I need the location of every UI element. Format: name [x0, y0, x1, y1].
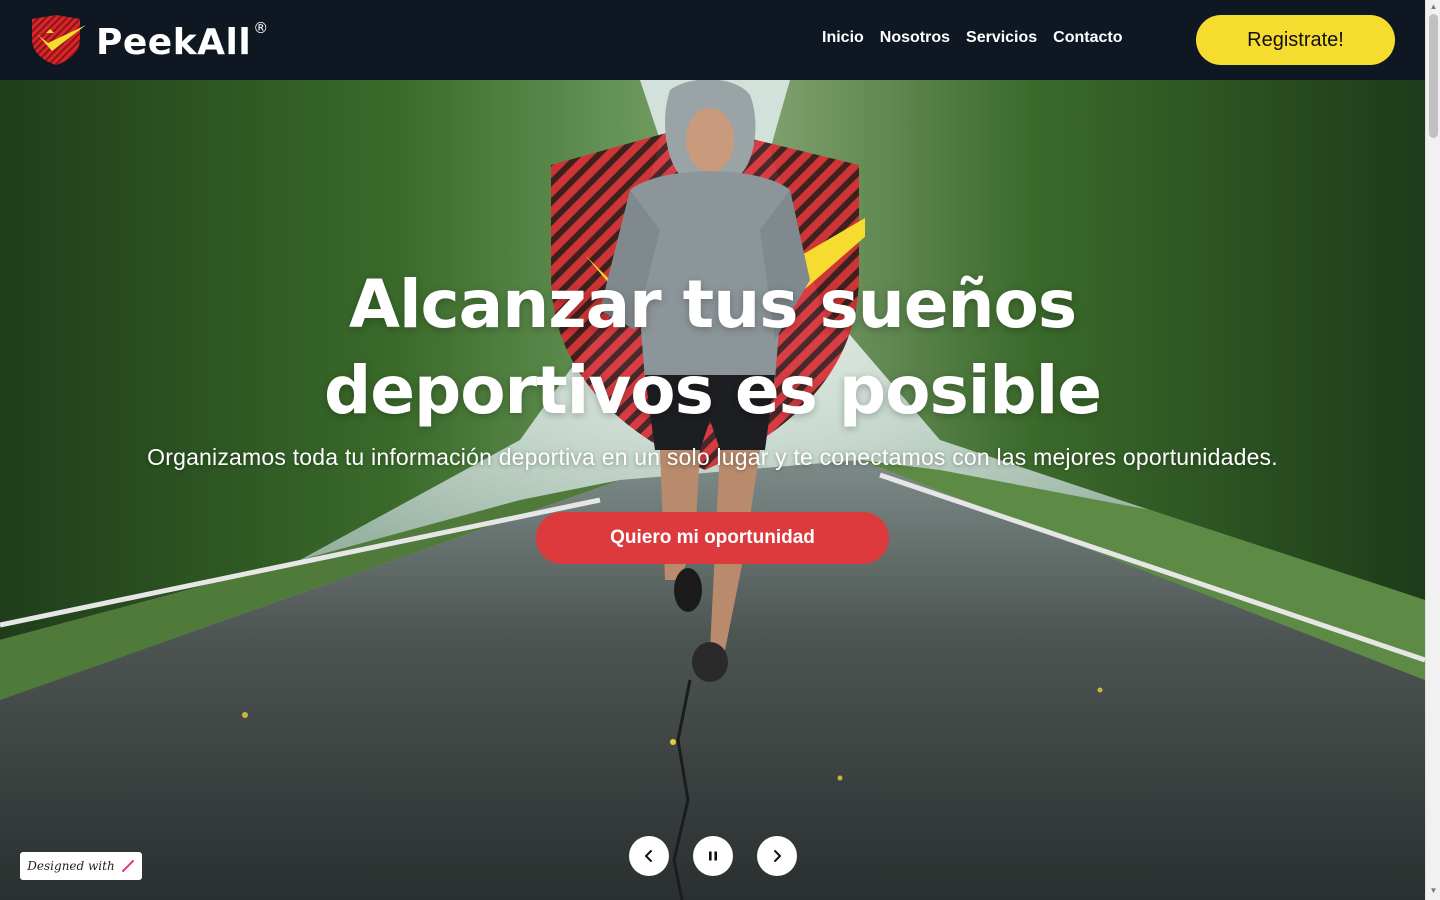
- brand-logo[interactable]: PeekAll ®: [28, 12, 268, 68]
- pencil-icon: [121, 860, 134, 872]
- main-nav: Inicio Nosotros Servicios Contacto: [814, 27, 1131, 49]
- hero-title-line-2: deportivos es posible: [323, 352, 1102, 429]
- carousel-pause-button[interactable]: [693, 836, 733, 876]
- brand-name: PeekAll: [96, 21, 252, 63]
- scrollbar-thumb[interactable]: [1429, 14, 1438, 138]
- pause-icon: [709, 851, 717, 861]
- navbar: PeekAll ® Inicio Nosotros Servicios Cont…: [0, 0, 1425, 80]
- designed-with-badge[interactable]: Designed with: [20, 852, 142, 880]
- hero-subtitle: Organizamos toda tu información deportiv…: [147, 444, 1278, 470]
- registered-mark: ®: [253, 19, 269, 37]
- register-button[interactable]: Registrate!: [1196, 15, 1395, 65]
- cta-button[interactable]: Quiero mi oportunidad: [536, 512, 889, 564]
- hero-title: Alcanzar tus sueños deportivos es posibl…: [0, 262, 1425, 434]
- hero-title-line-1: Alcanzar tus sueños: [348, 266, 1077, 343]
- nav-link-inicio[interactable]: Inicio: [814, 27, 872, 49]
- carousel-next-button[interactable]: [757, 836, 797, 876]
- nav-link-servicios[interactable]: Servicios: [958, 27, 1045, 49]
- designed-with-text: Designed with: [27, 859, 115, 873]
- page-scrollbar[interactable]: ▲ ▼: [1425, 0, 1440, 900]
- scroll-down-icon[interactable]: ▼: [1429, 886, 1438, 896]
- scroll-up-icon[interactable]: ▲: [1429, 2, 1438, 12]
- nav-link-contacto[interactable]: Contacto: [1045, 27, 1130, 49]
- hero-carousel: Alcanzar tus sueños deportivos es posibl…: [0, 80, 1425, 900]
- nav-link-nosotros[interactable]: Nosotros: [872, 27, 958, 49]
- chevron-right-icon: [774, 850, 781, 862]
- carousel-prev-button[interactable]: [629, 836, 669, 876]
- shield-logo-icon: [32, 15, 86, 65]
- chevron-left-icon: [645, 850, 652, 862]
